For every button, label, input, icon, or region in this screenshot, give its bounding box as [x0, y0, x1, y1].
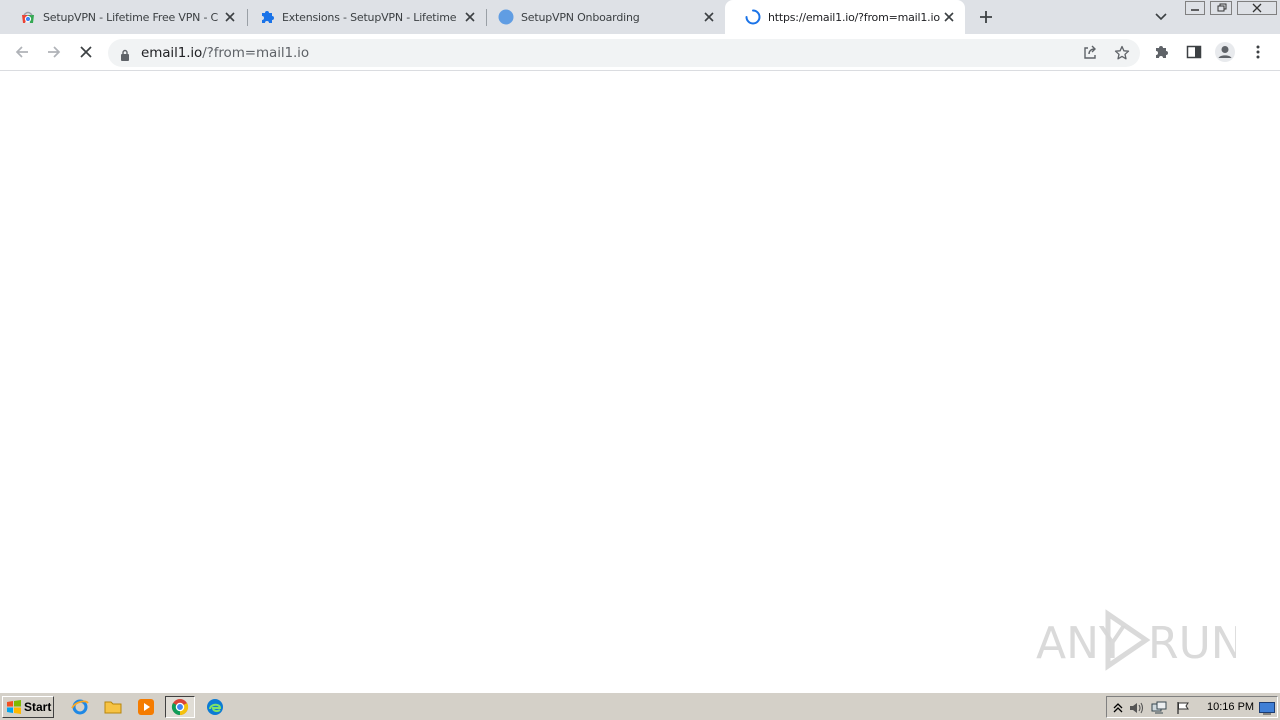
minimize-icon — [1185, 1, 1205, 15]
tab-extensions[interactable]: Extensions - SetupVPN - Lifetime Fre — [239, 0, 486, 34]
tab-email1-active[interactable]: https://email1.io/?from=mail1.io — [725, 0, 965, 34]
clock[interactable]: 10:16 PM — [1207, 701, 1254, 713]
tab-search-button[interactable] — [1152, 8, 1170, 26]
puzzle-icon — [259, 9, 275, 25]
tab-setupvpn-store[interactable]: SetupVPN - Lifetime Free VPN - Chro — [0, 0, 246, 34]
chrome-taskbar-button[interactable] — [165, 696, 195, 718]
chevron-down-icon — [1155, 13, 1167, 21]
volume-icon[interactable] — [1129, 700, 1145, 716]
lock-icon[interactable] — [120, 46, 130, 65]
plus-icon — [980, 11, 992, 23]
chevron-up-icon[interactable] — [1110, 700, 1126, 716]
minimize-button[interactable] — [1183, 0, 1207, 16]
tab-setupvpn-onboarding[interactable]: SetupVPN Onboarding — [478, 0, 725, 34]
globe-icon — [498, 9, 514, 25]
avatar-icon — [1215, 42, 1235, 62]
file-explorer-icon[interactable] — [103, 697, 123, 717]
url-host: email1.io — [141, 45, 203, 61]
page-content — [0, 72, 1280, 692]
tab-strip: SetupVPN - Lifetime Free VPN - Chro Exte… — [0, 0, 1280, 34]
browser-toolbar: email1.io/?from=mail1.io — [0, 34, 1280, 71]
internet-explorer-icon[interactable] — [70, 697, 90, 717]
chrome-web-store-icon — [20, 9, 36, 25]
start-label: Start — [24, 700, 52, 714]
show-desktop-icon[interactable] — [1259, 700, 1275, 716]
start-button[interactable]: Start — [2, 696, 54, 718]
tab-title: SetupVPN - Lifetime Free VPN - Chro — [43, 10, 219, 24]
profile-button[interactable] — [1213, 40, 1237, 64]
edge-icon[interactable] — [205, 697, 225, 717]
flag-icon[interactable] — [1175, 700, 1191, 716]
anyrun-watermark-logo: ANY RUN — [1036, 608, 1244, 672]
restore-button[interactable] — [1208, 0, 1234, 16]
tab-title: SetupVPN Onboarding — [521, 10, 640, 24]
menu-button[interactable] — [1246, 40, 1270, 64]
new-tab-button[interactable] — [976, 7, 996, 27]
arrow-left-icon — [15, 46, 28, 58]
loading-spinner-icon — [745, 9, 761, 25]
arrow-right-icon — [48, 46, 61, 58]
more-vertical-icon — [1256, 45, 1260, 59]
system-tray: 10:16 PM — [1106, 696, 1278, 718]
close-icon[interactable] — [941, 9, 957, 25]
close-icon — [1237, 1, 1277, 15]
back-button[interactable] — [10, 40, 34, 64]
share-icon[interactable] — [1080, 43, 1100, 63]
stop-loading-button[interactable] — [74, 40, 98, 64]
side-panel-icon — [1186, 45, 1202, 59]
url-path: /?from=mail1.io — [202, 45, 309, 61]
close-icon[interactable] — [701, 9, 717, 25]
close-icon[interactable] — [222, 9, 238, 25]
address-bar[interactable]: email1.io/?from=mail1.io — [108, 39, 1140, 67]
close-icon — [80, 46, 92, 58]
tab-title: Extensions - SetupVPN - Lifetime Fre — [282, 10, 458, 24]
close-window-button[interactable] — [1236, 0, 1278, 16]
media-player-icon[interactable] — [136, 697, 156, 717]
restore-icon — [1210, 1, 1232, 15]
network-icon[interactable] — [1151, 700, 1167, 716]
taskbar: Start 10:16 PM — [0, 692, 1280, 720]
close-icon[interactable] — [462, 9, 478, 25]
tab-title: https://email1.io/?from=mail1.io — [768, 10, 940, 24]
svg-text:RUN: RUN — [1148, 618, 1236, 669]
forward-button[interactable] — [42, 40, 66, 64]
side-panel-button[interactable] — [1182, 40, 1206, 64]
chrome-icon — [171, 699, 189, 716]
url-text[interactable]: email1.io/?from=mail1.io — [141, 45, 309, 61]
puzzle-icon — [1156, 46, 1168, 58]
star-icon[interactable] — [1112, 43, 1132, 63]
extensions-button[interactable] — [1150, 40, 1174, 64]
windows-logo-icon — [7, 700, 21, 714]
